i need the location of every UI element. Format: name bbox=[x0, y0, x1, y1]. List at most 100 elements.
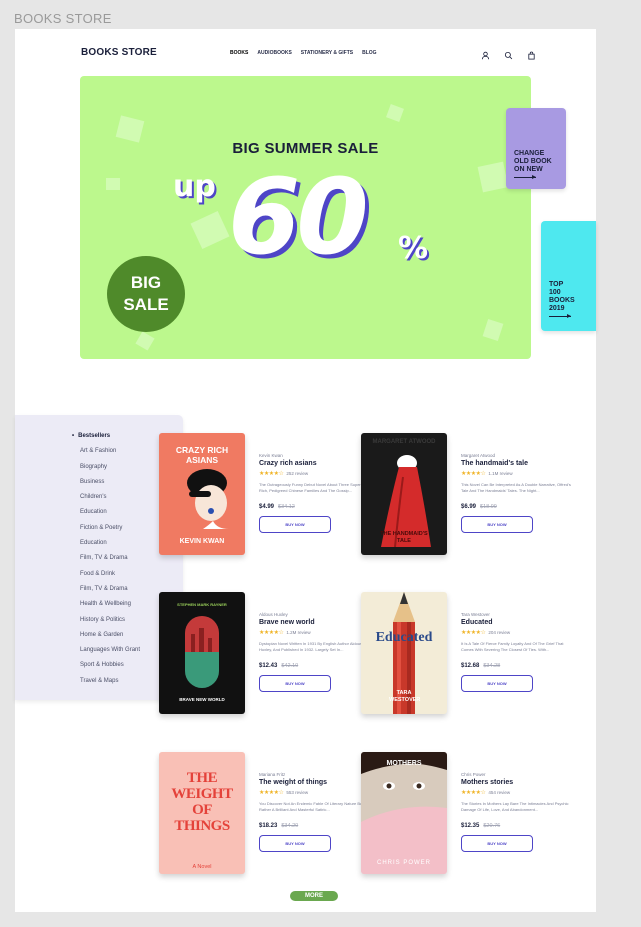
star-rating-icon: ★★★★☆ bbox=[259, 471, 284, 477]
frame-title: BOOKS STORE bbox=[14, 11, 112, 26]
sidebar-item[interactable]: Business bbox=[80, 478, 140, 493]
star-rating-icon: ★★★★☆ bbox=[461, 790, 486, 796]
confetti-shape bbox=[135, 331, 155, 351]
review-count: 454 review bbox=[488, 790, 511, 795]
tab-line: TOP bbox=[549, 281, 564, 288]
sidebar-item[interactable]: Children's bbox=[80, 493, 140, 508]
cover-title: CRAZY RICH ASIANS bbox=[175, 445, 229, 465]
sidebar-item[interactable]: Sport & Hobbies bbox=[80, 661, 140, 676]
sidebar-item[interactable]: Art & Fashion bbox=[80, 447, 140, 462]
book-info: Kevin Kwan Crazy rich asians ★★★★☆ 252 re… bbox=[259, 453, 369, 533]
bag-icon[interactable] bbox=[527, 47, 536, 60]
sidebar-item[interactable]: Health & Wellbeing bbox=[80, 600, 140, 615]
sidebar-item[interactable]: History & Politics bbox=[80, 616, 140, 631]
tab-line: 2019 bbox=[549, 305, 565, 312]
book-author: Aldous Huxley bbox=[259, 612, 288, 617]
current-price: $12.43 bbox=[259, 663, 278, 669]
more-button[interactable]: MORE bbox=[290, 891, 338, 901]
cover-author: CHRIS POWER bbox=[376, 860, 431, 866]
tab-line: CHANGE bbox=[514, 150, 545, 157]
nav-books[interactable]: BOOKS bbox=[230, 50, 248, 56]
page: BOOKS STORE BOOKS AUDIOBOOKS STATIONERY … bbox=[15, 29, 596, 912]
confetti-shape bbox=[482, 318, 504, 342]
book-title[interactable]: The handmaid's tale bbox=[461, 460, 571, 467]
sidebar-item-bestsellers[interactable]: Bestsellers bbox=[78, 432, 140, 447]
book-card: THE WEIGHT OF THINGS A Novel Mariana Fri… bbox=[159, 752, 369, 874]
nav-stationery-gifts[interactable]: STATIONERY & GIFTS bbox=[301, 50, 353, 56]
book-title[interactable]: Crazy rich asians bbox=[259, 460, 369, 467]
change-old-book-tab[interactable]: CHANGE OLD BOOK ON NEW bbox=[506, 108, 566, 189]
star-rating-icon: ★★★★☆ bbox=[259, 790, 284, 796]
book-info: Chris Power Mothers stories ★★★★☆ 454 rev… bbox=[461, 772, 571, 852]
buy-now-button[interactable]: BUY NOW bbox=[259, 835, 331, 852]
confetti-shape bbox=[386, 104, 404, 122]
hero-discount-number: 60 bbox=[228, 156, 369, 278]
user-icon[interactable] bbox=[481, 47, 490, 60]
book-card: STEPHEN MARK RAYNER BRAVE NEW WORLD Aldo… bbox=[159, 592, 369, 714]
old-price: $42.10 bbox=[281, 663, 299, 669]
book-description: You Discover Not An Endemic Fable Of Lit… bbox=[259, 801, 364, 812]
book-author: Margaret Atwood bbox=[461, 453, 496, 458]
sidebar-item[interactable]: Home & Garden bbox=[80, 631, 140, 646]
sidebar-item[interactable]: Languages With Grant bbox=[80, 646, 140, 661]
sidebar-item[interactable]: Food & Drink bbox=[80, 570, 140, 585]
cover-author: KEVIN KWAN bbox=[179, 538, 225, 545]
top-100-books-tab[interactable]: TOP 100 BOOKS 2019 bbox=[541, 221, 596, 331]
nav-blog[interactable]: BLOG bbox=[362, 50, 376, 56]
book-title[interactable]: Brave new world bbox=[259, 619, 369, 626]
big-sale-line1: BIG bbox=[130, 273, 162, 292]
confetti-shape bbox=[115, 115, 145, 143]
tab-line: 100 bbox=[549, 289, 561, 296]
star-rating-icon: ★★★★☆ bbox=[461, 471, 486, 477]
old-price: $18.99 bbox=[480, 504, 497, 510]
header-icons bbox=[481, 47, 536, 60]
book-cover[interactable]: STEPHEN MARK RAYNER BRAVE NEW WORLD bbox=[159, 592, 245, 714]
confetti-shape bbox=[106, 178, 120, 190]
nav-audiobooks[interactable]: AUDIOBOOKS bbox=[257, 50, 291, 56]
sidebar-item[interactable]: Education bbox=[80, 508, 140, 523]
book-card: MOTHERS CHRIS POWER Chris Power Mothers … bbox=[361, 752, 571, 874]
cover-illustration bbox=[187, 469, 229, 529]
category-sidebar: Bestsellers Art & Fashion Biography Busi… bbox=[15, 415, 183, 700]
current-price: $6.99 bbox=[461, 504, 477, 510]
review-count: 204 review bbox=[488, 630, 511, 635]
book-title[interactable]: The weight of things bbox=[259, 779, 369, 786]
buy-now-button[interactable]: BUY NOW bbox=[461, 835, 533, 852]
sidebar-item[interactable]: Film, TV & Drama bbox=[80, 554, 140, 569]
book-author: Tara Westover bbox=[461, 612, 490, 617]
sidebar-item[interactable]: Film, TV & Drama bbox=[80, 585, 140, 600]
book-title[interactable]: Educated bbox=[461, 619, 571, 626]
search-icon[interactable] bbox=[504, 47, 513, 60]
book-cover[interactable]: Educated TARA WESTOVER bbox=[361, 592, 447, 714]
cover-title: Educated bbox=[375, 630, 433, 645]
book-cover[interactable]: MOTHERS CHRIS POWER bbox=[361, 752, 447, 874]
cover-title: BRAVE NEW WORLD bbox=[179, 697, 225, 702]
buy-now-button[interactable]: BUY NOW bbox=[461, 516, 533, 533]
sidebar-item[interactable]: Biography bbox=[80, 463, 140, 478]
cover-title: THE WEIGHT OF THINGS bbox=[171, 770, 233, 834]
buy-now-button[interactable]: BUY NOW bbox=[259, 516, 331, 533]
book-author: Chris Power bbox=[461, 772, 486, 777]
buy-now-button[interactable]: BUY NOW bbox=[461, 675, 533, 692]
hero-banner[interactable]: BIG SUMMER SALE up 60 % BIG SALE bbox=[80, 76, 531, 359]
book-cover[interactable]: THE WEIGHT OF THINGS A Novel bbox=[159, 752, 245, 874]
sidebar-item[interactable]: Fiction & Poetry bbox=[80, 524, 140, 539]
book-rating: ★★★★☆ 204 review bbox=[461, 629, 571, 636]
book-title[interactable]: Mothers stories bbox=[461, 779, 571, 786]
arrow-right-icon bbox=[514, 175, 536, 179]
book-card: CRAZY RICH ASIANS KEVIN KWAN Kevin Kwan … bbox=[159, 433, 369, 555]
book-info: Tara Westover Educated ★★★★☆ 204 review I… bbox=[461, 612, 571, 692]
book-author: Mariana Fritz bbox=[259, 772, 286, 777]
buy-now-button[interactable]: BUY NOW bbox=[259, 675, 331, 692]
book-cover[interactable]: CRAZY RICH ASIANS KEVIN KWAN bbox=[159, 433, 245, 555]
current-price: $18.23 bbox=[259, 823, 278, 829]
book-info: Aldous Huxley Brave new world ★★★★☆ 1.2M … bbox=[259, 612, 369, 692]
review-count: 1.1M review bbox=[488, 471, 513, 476]
arrow-right-icon bbox=[549, 314, 571, 318]
book-cover[interactable]: MARGARET ATWOOD THE HANDMAID'S TALE bbox=[361, 433, 447, 555]
sidebar-item[interactable]: Education bbox=[80, 539, 140, 554]
tab-line: ON NEW bbox=[514, 166, 543, 173]
sidebar-item[interactable]: Travel & Maps bbox=[80, 677, 140, 692]
logo[interactable]: BOOKS STORE bbox=[81, 47, 157, 58]
star-rating-icon: ★★★★☆ bbox=[461, 630, 486, 636]
